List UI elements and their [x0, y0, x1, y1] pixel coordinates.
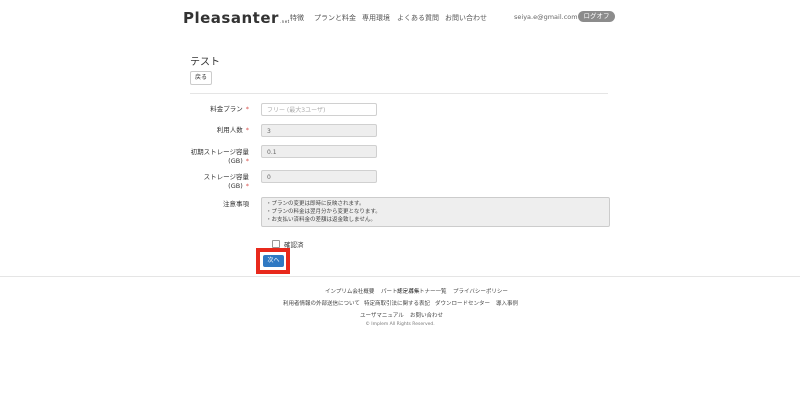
copyright: © Implem All Rights Reserved. [365, 322, 435, 327]
field-label-initial-storage: 初期ストレージ容量(GB) * [190, 148, 249, 165]
divider [190, 93, 608, 94]
logo-suffix: .net [279, 19, 290, 24]
logout-button[interactable]: ログオフ [578, 11, 615, 22]
footer-link-commerce-law[interactable]: 特定商取引法に関する表記 [364, 299, 430, 307]
notes-line: ・プランの料金は翌月分から変更となります。 [266, 208, 381, 215]
footer-link-case-studies[interactable]: 導入事例 [496, 299, 518, 307]
back-button[interactable]: 戻る [190, 71, 212, 85]
footer-link-user-manual[interactable]: ユーザマニュアル [360, 311, 404, 319]
plan-select[interactable]: フリー (最大3ユーザ) [261, 103, 377, 116]
nav-contact[interactable]: お問い合わせ [445, 13, 487, 23]
footer-link-download-center[interactable]: ダウンロードセンター [435, 299, 490, 307]
confirm-checkbox[interactable] [272, 240, 280, 248]
required-mark: * [245, 182, 249, 190]
nav-plans-pricing[interactable]: プランと料金 [314, 13, 356, 23]
notes-line: ・お支払い済料金の差額は返金致しません。 [266, 216, 376, 223]
initial-storage-field: 0.1 [261, 145, 377, 158]
user-email: seiya.e@gmail.com [514, 13, 578, 21]
footer-link-external-transmission[interactable]: 利用者情報の外部送信について [283, 299, 360, 307]
storage-field: 0 [261, 170, 377, 183]
nav-features[interactable]: 特徴 [290, 13, 304, 23]
header: Pleasanter.net 特徴 プランと料金 専用環境 よくある質問 お問い… [0, 0, 800, 36]
footer-link-certified-partners[interactable]: 認定パートナー一覧 [397, 287, 447, 295]
footer-link-privacy[interactable]: プライバシーポリシー [453, 287, 508, 295]
required-mark: * [245, 126, 249, 134]
footer-link-company[interactable]: インプリム会社概要 [325, 287, 374, 295]
next-button[interactable]: 次へ [263, 255, 284, 267]
page-title: テスト [190, 57, 220, 68]
notes-textarea: ・プランの変更は即時に反映されます。 ・プランの料金は翌月分から変更となります。… [261, 197, 610, 227]
field-label-plan: 料金プラン * [210, 105, 249, 113]
field-label-storage: ストレージ容量(GB) * [203, 173, 249, 190]
required-mark: * [245, 157, 249, 165]
nav-faq[interactable]: よくある質問 [397, 13, 439, 23]
field-label-users: 利用人数 * [216, 126, 249, 134]
logo[interactable]: Pleasanter.net [183, 9, 290, 27]
logo-text: Pleasanter [183, 9, 279, 27]
footer-divider [0, 276, 800, 277]
required-mark: * [245, 105, 249, 113]
users-field: 3 [261, 124, 377, 137]
notes-line: ・プランの変更は即時に反映されます。 [266, 201, 365, 207]
notes-label: 注意事項 [223, 200, 249, 208]
footer-link-contact[interactable]: お問い合わせ [410, 311, 443, 319]
nav-dedicated-env[interactable]: 専用環境 [362, 13, 390, 23]
